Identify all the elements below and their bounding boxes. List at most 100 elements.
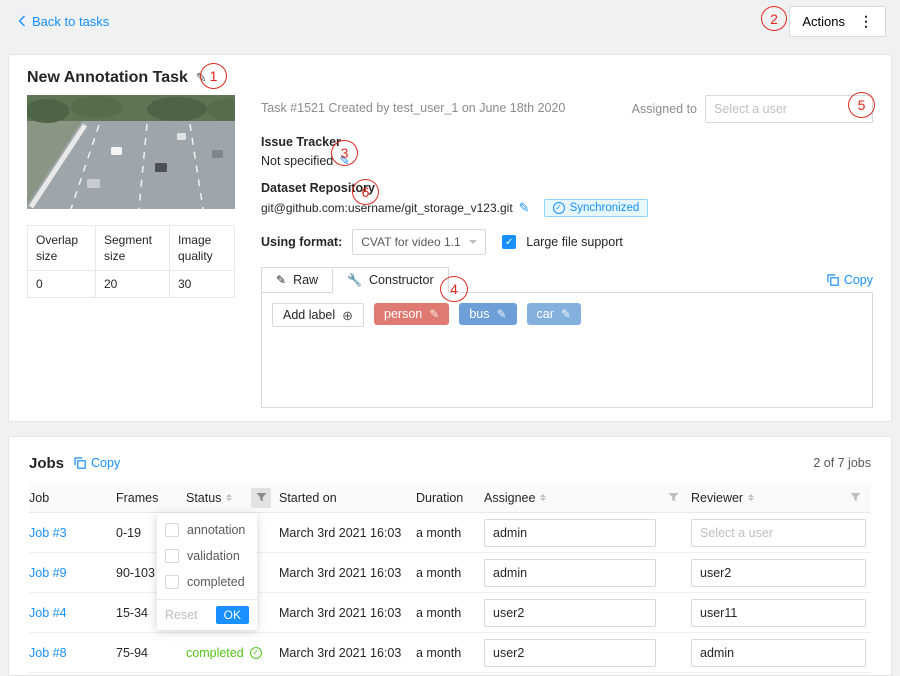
annotation-circle-3: 3 — [331, 140, 358, 166]
tab-constructor-label: Constructor — [369, 273, 434, 287]
annotation-circle-4: 4 — [440, 276, 468, 302]
col-status: Status — [186, 488, 279, 508]
filter-option-label: completed — [187, 575, 245, 589]
status-filter-icon[interactable] — [251, 488, 271, 508]
back-label: Back to tasks — [32, 14, 109, 29]
label-chip-bus-name: bus — [469, 307, 489, 321]
sync-status-label: Synchronized — [570, 202, 640, 214]
back-to-tasks-link[interactable]: Back to tasks — [18, 14, 109, 29]
annotation-circle-2: 2 — [761, 6, 787, 31]
job-link[interactable]: Job #8 — [29, 646, 67, 660]
format-label: Using format: — [261, 235, 342, 249]
col-started: Started on — [279, 491, 416, 505]
copy-icon — [74, 457, 86, 469]
job-status: completed ✓ — [186, 646, 279, 660]
labels-tabs-row: ✎ Raw 🔧 Constructor Copy — [261, 267, 873, 293]
tab-constructor[interactable]: 🔧 Constructor — [333, 267, 449, 293]
status-sort-button[interactable] — [226, 494, 232, 501]
job-link[interactable]: Job #4 — [29, 606, 67, 620]
assignee-filter-icon[interactable] — [663, 488, 683, 508]
format-row: Using format: CVAT for video 1.1 ✓ Large… — [261, 229, 873, 255]
col-reviewer: Reviewer — [691, 488, 873, 508]
param-header-quality: Image quality — [169, 226, 234, 271]
cvat-task-page: { "page": { "back_label": "Back to tasks… — [0, 0, 900, 669]
task-title: New Annotation Task — [27, 69, 188, 87]
job-link[interactable]: Job #9 — [29, 566, 67, 580]
task-meta: Task #1521 Created by test_user_1 on Jun… — [261, 95, 565, 115]
job-duration: a month — [416, 606, 484, 620]
label-chip-bus[interactable]: bus ✎ — [459, 303, 516, 325]
param-header-segment: Segment size — [95, 226, 169, 271]
task-left-column: Overlap size Segment size Image quality … — [27, 95, 235, 408]
sync-status-badge: ✓ Synchronized — [544, 199, 649, 217]
jobs-header: Jobs Copy 2 of 7 jobs — [29, 449, 871, 477]
dataset-repository-url: git@github.com:username/git_storage_v123… — [261, 201, 513, 215]
assigned-to-label: Assigned to — [632, 102, 697, 116]
format-select[interactable]: CVAT for video 1.1 — [352, 229, 486, 255]
filter-option-label: annotation — [187, 523, 245, 537]
label-chip-person[interactable]: person ✎ — [374, 303, 449, 325]
job-duration: a month — [416, 526, 484, 540]
job-assignee-input[interactable] — [484, 559, 656, 587]
filter-option-validation[interactable]: validation — [157, 543, 257, 569]
param-header-overlap: Overlap size — [28, 226, 96, 271]
label-chip-car-name: car — [537, 307, 554, 321]
jobs-count: 2 of 7 jobs — [813, 456, 871, 470]
constructor-tab-content: Add label ⊕ person ✎ bus ✎ car ✎ — [261, 292, 873, 408]
job-reviewer-input[interactable] — [691, 599, 866, 627]
add-label-button[interactable]: Add label ⊕ — [272, 303, 364, 327]
tab-raw[interactable]: ✎ Raw — [261, 267, 333, 293]
job-reviewer-input[interactable] — [691, 519, 866, 547]
back-chevron-icon — [18, 15, 26, 27]
filter-reset-button[interactable]: Reset — [165, 608, 198, 622]
job-row-4: Job #8 75-94 completed ✓ March 3rd 2021 … — [29, 633, 871, 673]
label-chip-person-name: person — [384, 307, 422, 321]
job-reviewer-input[interactable] — [691, 559, 866, 587]
status-filter-dropdown: annotation validation completed Reset OK — [157, 513, 257, 630]
edit-repository-icon[interactable]: ✎ — [519, 200, 530, 216]
copy-icon — [827, 274, 839, 286]
jobs-copy-label: Copy — [91, 456, 120, 470]
param-value-segment: 20 — [95, 271, 169, 298]
col-assignee: Assignee — [484, 488, 691, 508]
filter-option-annotation[interactable]: annotation — [157, 517, 257, 543]
filter-option-completed[interactable]: completed — [157, 569, 257, 595]
job-row-2: Job #9 90-103 March 3rd 2021 16:03 a mon… — [29, 553, 871, 593]
labels-copy-button[interactable]: Copy — [827, 273, 873, 293]
param-value-overlap: 0 — [28, 271, 96, 298]
jobs-copy-button[interactable]: Copy — [74, 456, 120, 470]
jobs-card: Jobs Copy 2 of 7 jobs Job Frames Status … — [8, 436, 892, 676]
job-duration: a month — [416, 646, 484, 660]
large-file-checkbox[interactable]: ✓ — [502, 235, 516, 249]
tool-icon: 🔧 — [347, 273, 362, 287]
label-chip-car[interactable]: car ✎ — [527, 303, 581, 325]
edit-label-icon[interactable]: ✎ — [496, 307, 506, 321]
completed-checkbox[interactable] — [165, 575, 179, 589]
task-params-table: Overlap size Segment size Image quality … — [27, 225, 235, 298]
reviewer-sort-button[interactable] — [748, 494, 754, 501]
job-assignee-input[interactable] — [484, 639, 656, 667]
actions-label: Actions — [802, 14, 845, 29]
annotation-circle-5: 5 — [848, 92, 875, 118]
job-row-1: Job #3 0-19 March 3rd 2021 16:03 a month — [29, 513, 871, 553]
validation-checkbox[interactable] — [165, 549, 179, 563]
job-reviewer-input[interactable] — [691, 639, 866, 667]
actions-button[interactable]: Actions ⋮ — [789, 6, 886, 37]
job-started: March 3rd 2021 16:03 — [279, 646, 416, 660]
job-link[interactable]: Job #3 — [29, 526, 67, 540]
sync-check-icon: ✓ — [553, 202, 565, 214]
annotation-circle-1: 1 — [200, 63, 227, 89]
chevron-down-icon — [469, 240, 477, 248]
annotation-checkbox[interactable] — [165, 523, 179, 537]
job-duration: a month — [416, 566, 484, 580]
params-value-row: 0 20 30 — [28, 271, 235, 298]
edit-label-icon[interactable]: ✎ — [429, 307, 439, 321]
assignee-sort-button[interactable] — [540, 494, 546, 501]
job-started: March 3rd 2021 16:03 — [279, 526, 416, 540]
job-assignee-input[interactable] — [484, 599, 656, 627]
task-detail-card: New Annotation Task ✎ — [8, 54, 892, 422]
edit-label-icon[interactable]: ✎ — [561, 307, 571, 321]
filter-ok-button[interactable]: OK — [216, 606, 249, 624]
job-assignee-input[interactable] — [484, 519, 656, 547]
reviewer-filter-icon[interactable] — [845, 488, 865, 508]
